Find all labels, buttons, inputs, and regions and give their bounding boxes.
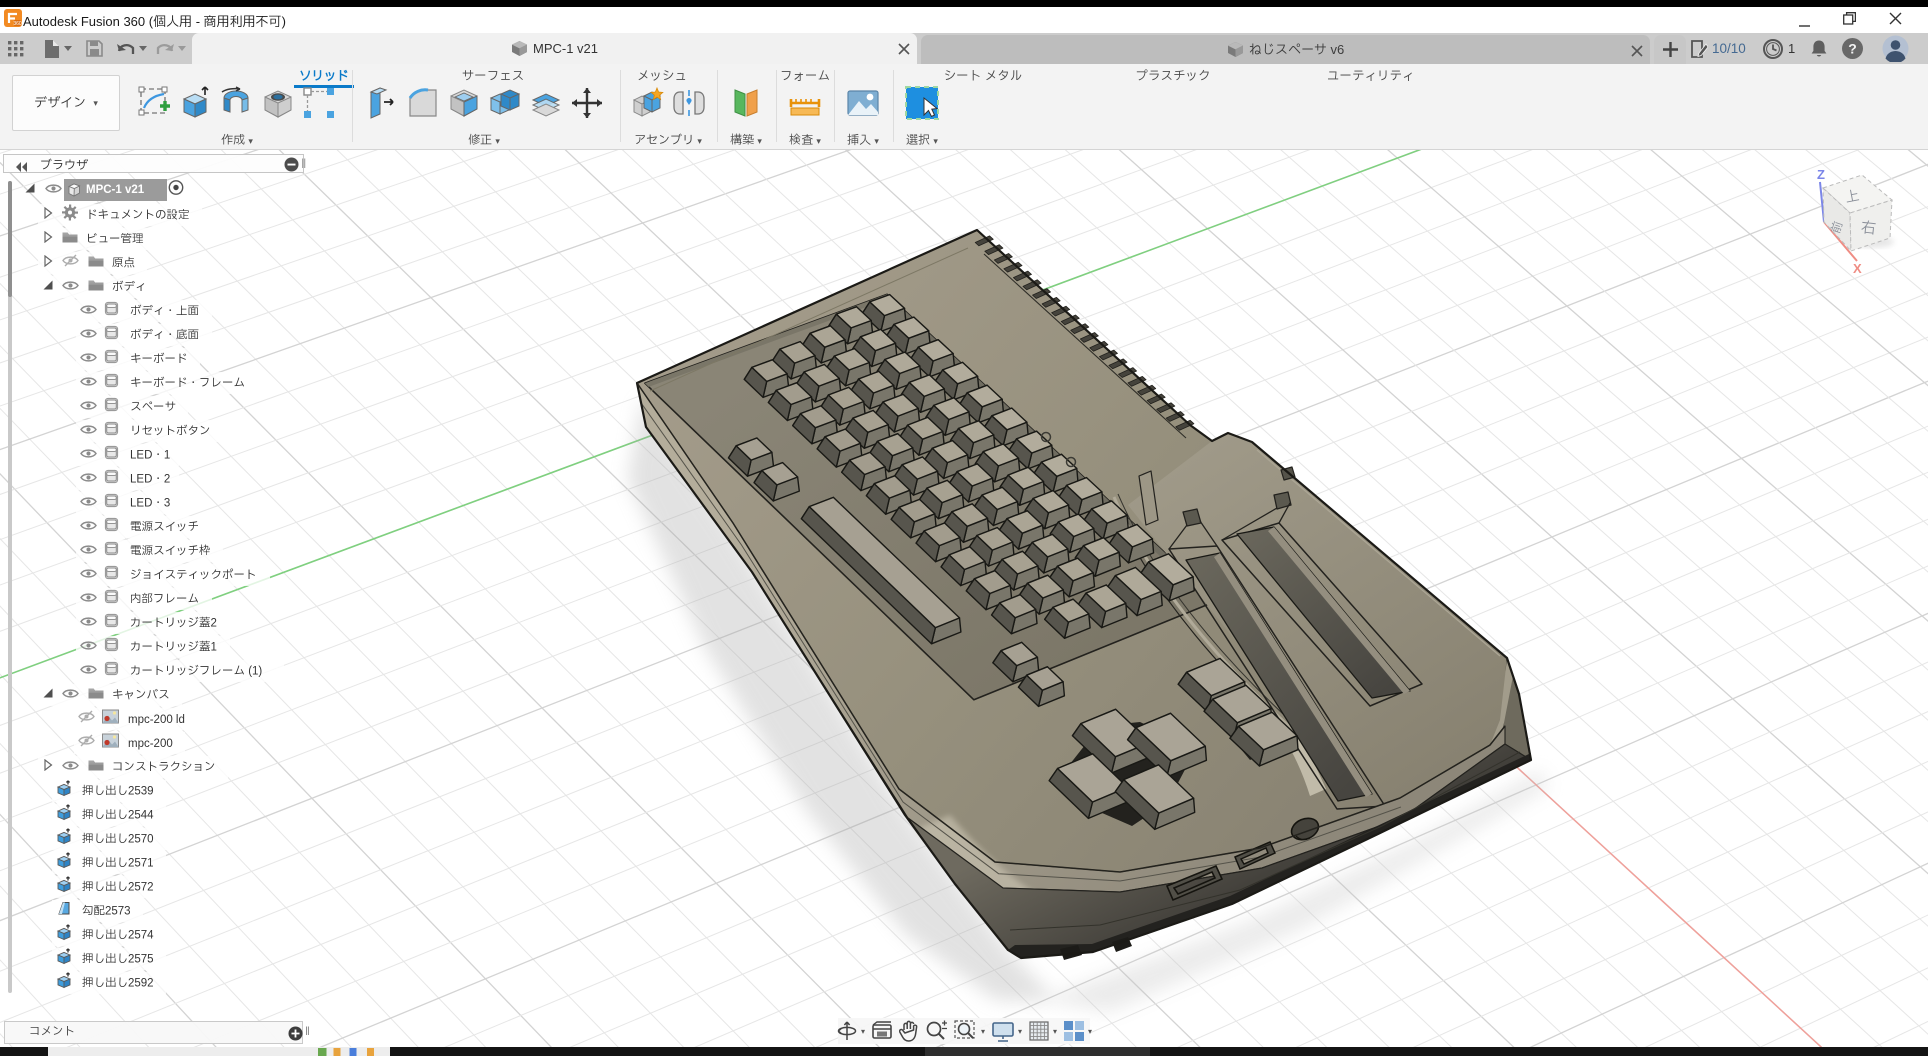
svg-text:右: 右 [1860,216,1877,240]
svg-text:?: ? [1848,40,1857,56]
svg-text:Z: Z [1817,167,1825,182]
svg-text:360: 360 [13,21,22,27]
svg-text:X: X [1853,261,1862,276]
